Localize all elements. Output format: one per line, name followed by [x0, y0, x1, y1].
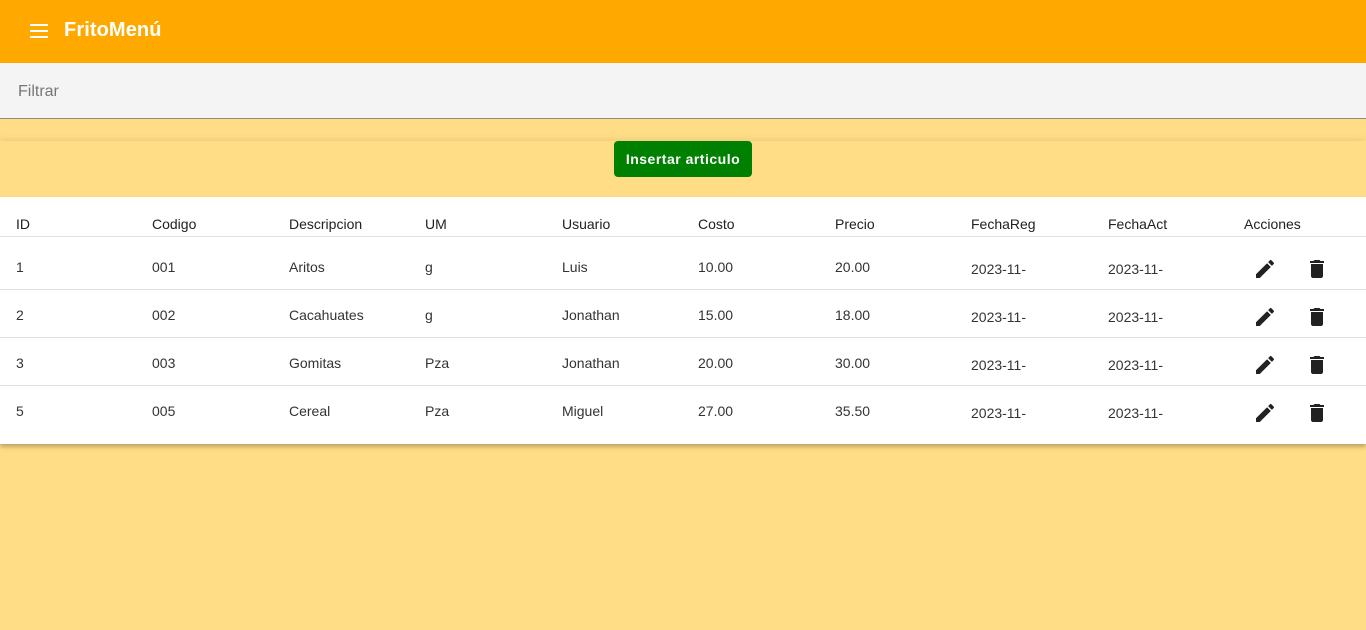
- action-bar: Insertar articulo: [0, 141, 1366, 197]
- filter-input[interactable]: [16, 79, 1320, 105]
- cell-fechareg: 2023-11-: [955, 337, 1092, 386]
- cell-codigo: 003: [136, 337, 273, 386]
- header-fechareg[interactable]: FechaReg: [955, 197, 1092, 237]
- header-usuario[interactable]: Usuario: [546, 197, 682, 237]
- cell-um: g: [409, 289, 546, 338]
- cell-acciones: [1228, 289, 1366, 338]
- cell-fechaact: 2023-11-: [1092, 289, 1228, 338]
- header-acciones: Acciones: [1228, 197, 1366, 237]
- delete-button[interactable]: [1305, 353, 1329, 377]
- cell-um: Pza: [409, 337, 546, 386]
- edit-button[interactable]: [1253, 305, 1277, 329]
- fechaact-value: 2023-11-: [1108, 404, 1164, 421]
- fechaact-value: 2023-11-: [1108, 356, 1164, 371]
- cell-descripcion: Cereal: [289, 402, 331, 419]
- cell-precio: 30.00: [819, 337, 955, 386]
- edit-button[interactable]: [1253, 401, 1277, 425]
- trash-delete-icon: [1309, 355, 1324, 374]
- app-title: FritoMenú: [64, 19, 162, 41]
- articles-table-card: ID Codigo Descripcion UM Usuario Costo P…: [0, 197, 1366, 444]
- fechaact-value: 2023-11-: [1108, 308, 1164, 323]
- cell-codigo: 001: [136, 236, 273, 290]
- table-row: 1 001 Aritos g Luis 10.00 20.00 2023-11-…: [0, 236, 1366, 290]
- cell-fechareg: 2023-11-: [955, 385, 1092, 444]
- fechareg-value: 2023-11-: [971, 308, 1027, 323]
- header-precio[interactable]: Precio: [819, 197, 955, 237]
- cell-um: Pza: [425, 402, 450, 419]
- trash-delete-icon: [1309, 259, 1324, 278]
- cell-id: 3: [0, 337, 136, 386]
- cell-id: 5: [16, 402, 24, 419]
- cell-costo: 27.00: [698, 402, 734, 419]
- cell-acciones: [1228, 236, 1366, 290]
- header-descripcion[interactable]: Descripcion: [273, 197, 409, 237]
- cell-codigo: 005: [152, 402, 176, 419]
- cell-acciones: [1228, 337, 1366, 386]
- cell-usuario: Jonathan: [546, 337, 682, 386]
- cell-descripcion: Gomitas: [273, 337, 409, 386]
- cell-id: 1: [0, 236, 136, 290]
- cell-descripcion: Aritos: [273, 236, 409, 290]
- cell-um: g: [409, 236, 546, 290]
- filter-field: [0, 63, 1366, 119]
- delete-button[interactable]: [1305, 257, 1329, 281]
- cell-costo: 10.00: [682, 236, 819, 290]
- fechareg-value: 2023-11-: [971, 260, 1027, 275]
- cell-fechaact: 2023-11-: [1092, 337, 1228, 386]
- articles-table: ID Codigo Descripcion UM Usuario Costo P…: [0, 197, 1366, 444]
- cell-fechaact: 2023-11-: [1092, 236, 1228, 290]
- pencil-edit-icon: [1256, 259, 1275, 278]
- fechaact-value: 2023-11-: [1108, 260, 1164, 275]
- cell-fechareg: 2023-11-: [955, 289, 1092, 338]
- cell-usuario: Jonathan: [546, 289, 682, 338]
- cell-codigo: 002: [136, 289, 273, 338]
- header-costo[interactable]: Costo: [682, 197, 819, 237]
- table-header-row: ID Codigo Descripcion UM Usuario Costo P…: [0, 197, 1366, 237]
- cell-descripcion: Cacahuates: [273, 289, 409, 338]
- trash-delete-icon: [1309, 307, 1324, 326]
- fechareg-value: 2023-11-: [971, 404, 1027, 421]
- cell-costo: 15.00: [682, 289, 819, 338]
- cell-precio: 20.00: [819, 236, 955, 290]
- header-id[interactable]: ID: [0, 197, 136, 237]
- hamburger-menu-icon: [30, 24, 48, 38]
- cell-usuario: Miguel: [562, 402, 604, 419]
- cell-precio: 35.50: [835, 402, 871, 419]
- app-toolbar: FritoMenú: [0, 0, 1366, 63]
- delete-button[interactable]: [1305, 401, 1329, 425]
- edit-button[interactable]: [1253, 353, 1277, 377]
- header-fechaact[interactable]: FechaAct: [1092, 197, 1228, 237]
- table-row: 3 003 Gomitas Pza Jonathan 20.00 30.00 2…: [0, 337, 1366, 386]
- edit-button[interactable]: [1253, 257, 1277, 281]
- pencil-edit-icon: [1256, 403, 1275, 422]
- pencil-edit-icon: [1256, 355, 1275, 374]
- insert-article-button[interactable]: Insertar articulo: [614, 141, 752, 177]
- trash-delete-icon: [1309, 403, 1324, 422]
- cell-usuario: Luis: [546, 236, 682, 290]
- cell-fechareg: 2023-11-: [955, 236, 1092, 290]
- table-row: 5 005 Cereal Pza Miguel 27.00 35.50 2023…: [0, 385, 1366, 444]
- cell-costo: 20.00: [682, 337, 819, 386]
- fechareg-value: 2023-11-: [971, 356, 1027, 371]
- cell-precio: 18.00: [819, 289, 955, 338]
- header-um[interactable]: UM: [409, 197, 546, 237]
- delete-button[interactable]: [1305, 305, 1329, 329]
- cell-acciones: [1228, 385, 1366, 444]
- menu-button[interactable]: [24, 17, 54, 45]
- header-codigo[interactable]: Codigo: [136, 197, 273, 237]
- cell-fechaact: 2023-11-: [1092, 385, 1228, 444]
- table-row: 2 002 Cacahuates g Jonathan 15.00 18.00 …: [0, 289, 1366, 338]
- cell-id: 2: [0, 289, 136, 338]
- pencil-edit-icon: [1256, 307, 1275, 326]
